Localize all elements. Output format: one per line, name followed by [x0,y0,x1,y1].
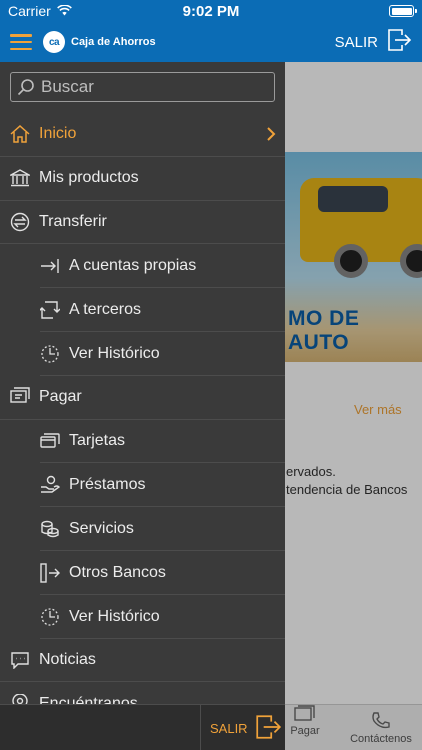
chevron-right-icon [267,127,276,141]
status-time: 9:02 PM [182,2,240,20]
menu-item-noticias[interactable]: Noticias [0,639,285,683]
search-icon [17,79,34,96]
history-icon [40,607,60,627]
brand-logo: ca Caja de Ahorros [43,31,156,53]
menu-item-label: Transferir [39,212,107,230]
arrow-right-icon [40,256,60,276]
bank-icon [10,168,30,188]
menu-item-servicios[interactable]: Servicios [0,507,285,551]
menu-item-label: Mis productos [39,169,139,187]
exit-icon [254,713,282,744]
menu-item-label: Noticias [39,650,96,668]
menu-item-tarjetas[interactable]: Tarjetas [0,420,285,464]
news-icon [10,650,30,670]
history-icon [40,344,60,364]
menu-icon[interactable] [10,34,32,50]
drawer-overlay[interactable] [285,62,422,750]
wifi-icon [56,3,72,19]
menu-item-label: Ver Histórico [69,607,160,625]
menu-item-label: Servicios [69,520,134,538]
menu-item-ver-historico-transferir[interactable]: Ver Histórico [0,332,285,376]
menu-item-label: A cuentas propias [69,257,197,275]
menu-item-label: Tarjetas [69,432,126,450]
header-exit-button[interactable]: SALIR [335,27,412,57]
menu-item-a-terceros[interactable]: A terceros [0,288,285,332]
search-input[interactable] [41,77,261,97]
pay-icon [10,387,30,407]
menu-item-label: Pagar [39,388,82,406]
menu-item-label: Otros Bancos [69,563,166,581]
transfer-icon [10,212,30,232]
cards-icon [40,431,60,451]
exit-icon [386,27,412,57]
menu-item-ver-historico-pagar[interactable]: Ver Histórico [0,595,285,639]
header-exit-label: SALIR [334,33,378,51]
menu-item-label: A terceros [69,301,142,319]
menu-item-label: Ver Histórico [69,344,160,362]
menu-item-mis-productos[interactable]: Mis productos [0,157,285,201]
brand-name: Caja de Ahorros [71,36,156,48]
side-drawer: Inicio Mis productos Transferir A cuenta… [0,62,285,750]
drawer-exit-button[interactable]: SALIR [200,705,282,750]
other-banks-icon [40,563,60,583]
services-icon [40,519,60,539]
menu-item-otros-bancos[interactable]: Otros Bancos [0,551,285,595]
carrier-label: Carrier [8,3,51,19]
app-header: ca Caja de Ahorros SALIR [0,22,422,62]
status-bar: Carrier 9:02 PM [0,0,422,22]
status-left: Carrier [8,3,158,19]
loan-icon [40,475,60,495]
drawer-footer: SALIR [0,704,285,750]
menu-item-inicio[interactable]: Inicio [0,113,285,157]
drawer-exit-label: SALIR [210,720,248,736]
battery-icon [389,5,417,17]
home-icon [10,124,30,144]
menu-item-transferir[interactable]: Transferir [0,201,285,245]
menu-item-a-cuentas-propias[interactable]: A cuentas propias [0,244,285,289]
menu-item-label: Préstamos [69,476,146,494]
search-box [10,72,275,102]
drawer-menu: Inicio Mis productos Transferir A cuenta… [0,113,285,727]
menu-item-pagar[interactable]: Pagar [0,376,285,420]
status-right [264,5,417,17]
logo-mark: ca [43,31,65,53]
menu-item-prestamos[interactable]: Préstamos [0,463,285,508]
menu-item-label: Inicio [39,125,77,143]
arrow-corner-icon [40,300,60,320]
